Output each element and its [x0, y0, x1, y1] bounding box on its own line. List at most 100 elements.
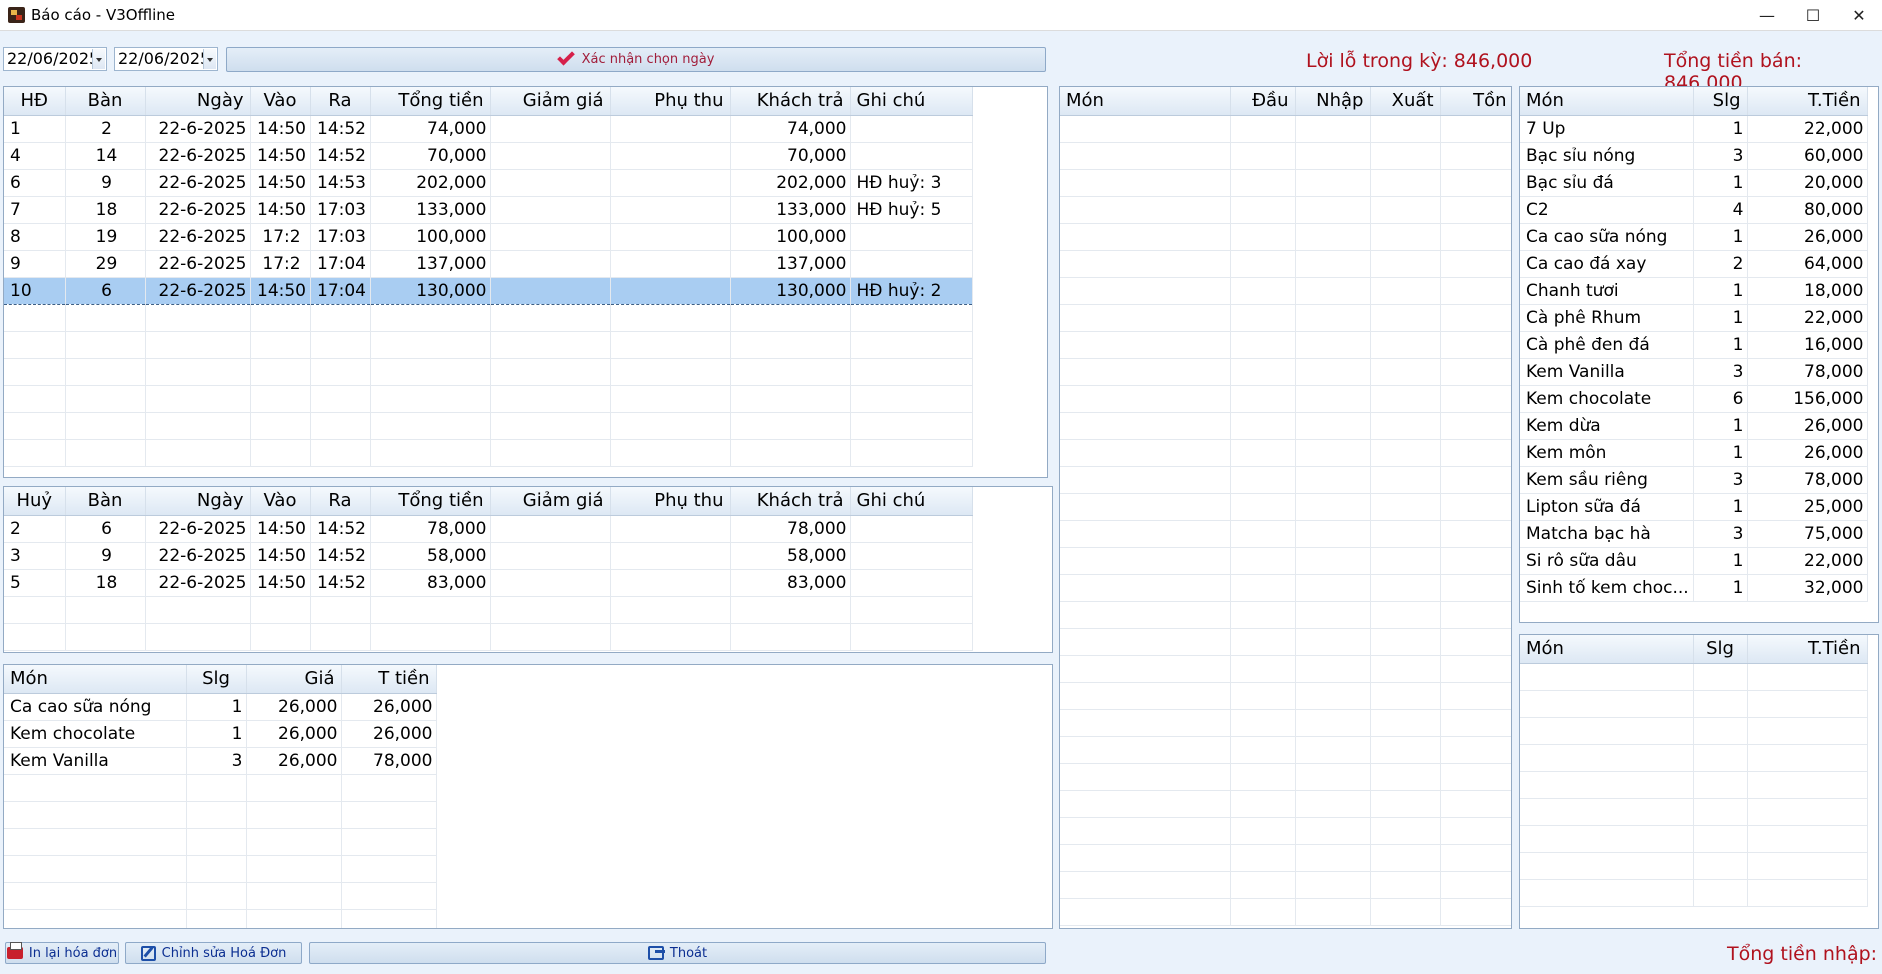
sales-row[interactable]: Sinh tố kem choc... 1 32,000 [1520, 574, 1868, 602]
cancelled-column-header[interactable]: Huỷ [4, 487, 66, 516]
imports-column-header[interactable]: Slg [1693, 635, 1748, 664]
cancelled-row[interactable]: 5 18 22-6-2025 14:50 14:52 83,000 83,000 [4, 569, 973, 597]
maximize-icon[interactable]: ☐ [1790, 0, 1836, 31]
invoices-row[interactable]: 4 14 22-6-2025 14:50 14:52 70,000 70,000 [4, 142, 973, 170]
sales-row[interactable]: Si rô sữa dâu 1 22,000 [1520, 547, 1868, 575]
sales-row[interactable]: Ca cao sữa nóng 1 26,000 [1520, 223, 1868, 251]
details-row[interactable]: Ca cao sữa nóng 1 26,000 26,000 [4, 693, 437, 721]
invoices-cell [610, 412, 731, 440]
invoices-column-header[interactable]: Bàn [65, 87, 146, 116]
invoices-column-header[interactable]: Vào [250, 87, 311, 116]
imports-column-header[interactable]: Món [1520, 635, 1694, 664]
invoices-row[interactable]: 10 6 22-6-2025 14:50 17:04 130,000 130,000 HĐ h… [4, 276, 973, 305]
inventory-cell [1295, 439, 1371, 467]
sales-row[interactable]: Matcha bạc hà 3 75,000 [1520, 520, 1868, 548]
invoices-column-header[interactable]: Ghi chú [850, 87, 973, 116]
cancelled-row[interactable]: 2 6 22-6-2025 14:50 14:52 78,000 78,000 [4, 515, 973, 543]
imports-cell [1747, 825, 1868, 853]
cancelled-column-header[interactable]: Tổng tiền [370, 487, 491, 516]
sales-row[interactable]: Kem sầu riêng 3 78,000 [1520, 466, 1868, 494]
cancelled-column-header[interactable]: Ngày [145, 487, 251, 516]
sales-row[interactable]: Cà phê Rhum 1 22,000 [1520, 304, 1868, 332]
sales-row[interactable]: Chanh tươi 1 18,000 [1520, 277, 1868, 305]
reprint-invoice-button[interactable]: In lại hóa đơn [5, 942, 119, 964]
sales-row[interactable]: C2 4 80,000 [1520, 196, 1868, 224]
minimize-icon[interactable]: — [1744, 0, 1790, 31]
invoices-column-header[interactable]: Khách trả [730, 87, 851, 116]
sales-column-header[interactable]: Món [1520, 87, 1694, 116]
sales-row[interactable]: Lipton sữa đá 1 25,000 [1520, 493, 1868, 521]
invoices-column-header[interactable]: Tổng tiền [370, 87, 491, 116]
inventory-cell [1295, 790, 1371, 818]
inventory-column-header[interactable]: Món [1060, 87, 1231, 116]
sales-row[interactable]: Kem chocolate 6 156,000 [1520, 385, 1868, 413]
details-column-header[interactable]: Slg [186, 665, 247, 694]
close-icon[interactable]: ✕ [1836, 0, 1882, 31]
cancelled-column-header[interactable]: Ghi chú [850, 487, 973, 516]
confirm-date-button[interactable]: Xác nhận chọn ngày [226, 47, 1046, 72]
sales-cell: Cà phê Rhum [1520, 304, 1694, 332]
invoices-column-header[interactable]: Phụ thu [610, 87, 731, 116]
cancelled-column-header[interactable]: Vào [250, 487, 311, 516]
sales-column-header[interactable]: Slg [1693, 87, 1748, 116]
inventory-column-header[interactable]: Nhập [1295, 87, 1371, 116]
invoices-column-header[interactable]: Ngày [145, 87, 251, 116]
sales-row[interactable]: Bạc sỉu đá 1 20,000 [1520, 169, 1868, 197]
cancelled-cell: 58,000 [370, 542, 491, 570]
invoices-column-header[interactable]: HĐ [4, 87, 66, 116]
invoices-column-header[interactable]: Ra [310, 87, 371, 116]
details-column-header[interactable]: T tiền [341, 665, 437, 694]
details-row[interactable]: Kem Vanilla 3 26,000 78,000 [4, 747, 437, 775]
exit-button[interactable]: Thoát [309, 942, 1046, 964]
chevron-down-icon[interactable] [92, 49, 105, 69]
inventory-cell [1370, 412, 1441, 440]
invoices-column-header[interactable]: Giảm giá [490, 87, 611, 116]
cancelled-cell: 83,000 [370, 569, 491, 597]
sales-row[interactable]: Kem Vanilla 3 78,000 [1520, 358, 1868, 386]
sales-cell: 6 [1693, 385, 1748, 413]
sales-row[interactable]: Kem dừa 1 26,000 [1520, 412, 1868, 440]
date-from-picker[interactable]: 22/06/2025 [3, 47, 107, 71]
details-row[interactable]: Kem chocolate 1 26,000 26,000 [4, 720, 437, 748]
sales-row[interactable]: Ca cao đá xay 2 64,000 [1520, 250, 1868, 278]
invoices-row[interactable]: 9 29 22-6-2025 17:2 17:04 137,000 137,000 [4, 250, 973, 278]
inventory-empty-row [1060, 547, 1511, 575]
inventory-cell [1440, 628, 1511, 656]
details-column-header[interactable]: Món [4, 665, 187, 694]
invoices-row[interactable]: 1 2 22-6-2025 14:50 14:52 74,000 74,000 [4, 115, 973, 143]
date-to-picker[interactable]: 22/06/2025 [114, 47, 218, 71]
inventory-empty-row [1060, 169, 1511, 197]
sales-row[interactable]: Kem môn 1 26,000 [1520, 439, 1868, 467]
cancelled-column-header[interactable]: Khách trả [730, 487, 851, 516]
sales-row[interactable]: Cà phê đen đá 1 16,000 [1520, 331, 1868, 359]
invoices-row[interactable]: 6 9 22-6-2025 14:50 14:53 202,000 202,000 HĐ hu… [4, 169, 973, 197]
sales-column-header[interactable]: T.Tiền [1747, 87, 1868, 116]
inventory-cell [1060, 196, 1231, 224]
inventory-column-header[interactable]: Đầu [1230, 87, 1296, 116]
sales-row[interactable]: 7 Up 1 22,000 [1520, 115, 1868, 143]
details-empty-row [4, 801, 437, 829]
cancelled-row[interactable]: 3 9 22-6-2025 14:50 14:52 58,000 58,000 [4, 542, 973, 570]
chevron-down-icon[interactable] [203, 49, 216, 69]
cancelled-column-header[interactable]: Phụ thu [610, 487, 731, 516]
edit-invoice-button[interactable]: Chỉnh sửa Hoá Đơn [125, 942, 302, 964]
cancelled-column-header[interactable]: Giảm giá [490, 487, 611, 516]
inventory-column-header[interactable]: Tồn [1440, 87, 1511, 116]
inventory-cell [1060, 574, 1231, 602]
invoices-cell [730, 412, 851, 440]
details-cell [4, 882, 187, 910]
invoices-cell: 202,000 [370, 169, 491, 197]
invoices-cell: 202,000 [730, 169, 851, 197]
details-column-header[interactable]: Giá [246, 665, 342, 694]
invoices-row[interactable]: 7 18 22-6-2025 14:50 17:03 133,000 133,000 HĐ h… [4, 196, 973, 224]
cancelled-column-header[interactable]: Ra [310, 487, 371, 516]
cancelled-column-header[interactable]: Bàn [65, 487, 146, 516]
invoices-cell [145, 412, 251, 440]
imports-column-header[interactable]: T.Tiền [1747, 635, 1868, 664]
exit-label: Thoát [669, 945, 708, 961]
invoices-row[interactable]: 8 19 22-6-2025 17:2 17:03 100,000 100,000 [4, 223, 973, 251]
invoices-cell: 14:52 [310, 142, 371, 170]
sales-cell: 26,000 [1747, 439, 1868, 467]
sales-row[interactable]: Bạc sỉu nóng 3 60,000 [1520, 142, 1868, 170]
inventory-column-header[interactable]: Xuất [1370, 87, 1441, 116]
